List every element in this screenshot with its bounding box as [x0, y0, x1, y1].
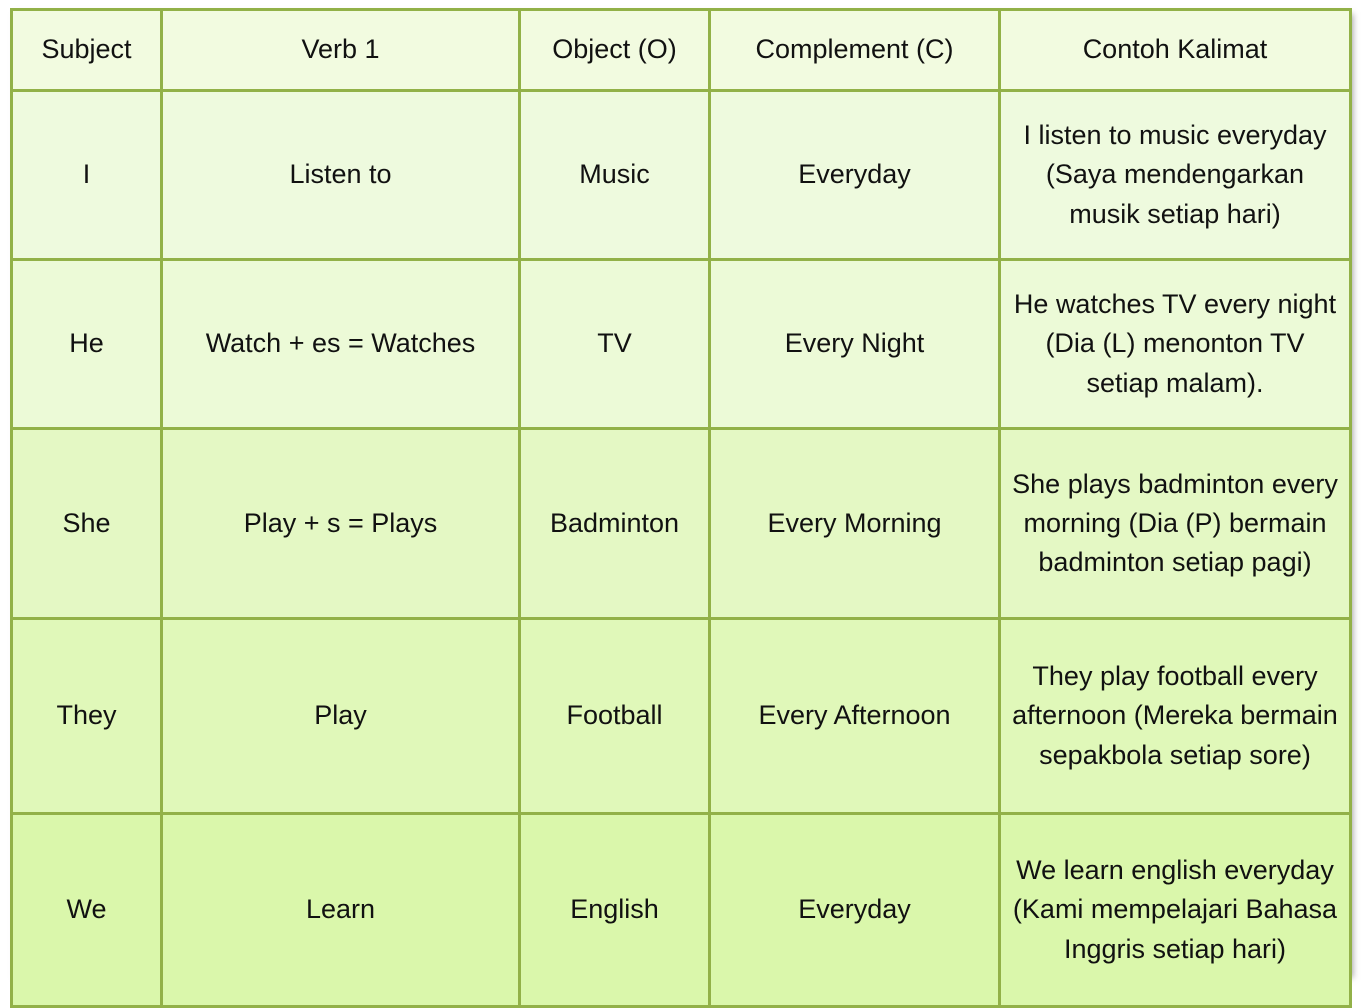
- cell-example: She plays badminton every morning (Dia (…: [998, 427, 1352, 620]
- cell-complement: Everyday: [708, 812, 1001, 1008]
- column-header-verb: Verb 1: [160, 8, 521, 92]
- cell-example: We learn english everyday (Kami mempelaj…: [998, 812, 1352, 1008]
- cell-complement: Every Night: [708, 258, 1001, 430]
- cell-complement: Every Morning: [708, 427, 1001, 620]
- cell-subject: He: [10, 258, 163, 430]
- table-row: She Play + s = Plays Badminton Every Mor…: [10, 427, 1352, 620]
- cell-subject: She: [10, 427, 163, 620]
- cell-example: I listen to music everyday (Saya mendeng…: [998, 89, 1352, 261]
- table-body: I Listen to Music Everyday I listen to m…: [10, 89, 1352, 1008]
- column-header-subject: Subject: [10, 8, 163, 92]
- column-header-complement: Complement (C): [708, 8, 1001, 92]
- cell-verb: Play: [160, 617, 521, 815]
- cell-verb: Learn: [160, 812, 521, 1008]
- cell-subject: I: [10, 89, 163, 261]
- cell-complement: Everyday: [708, 89, 1001, 261]
- cell-verb: Watch + es = Watches: [160, 258, 521, 430]
- cell-subject: They: [10, 617, 163, 815]
- cell-example: He watches TV every night (Dia (L) menon…: [998, 258, 1352, 430]
- cell-complement: Every Afternoon: [708, 617, 1001, 815]
- grammar-table-container: Subject Verb 1 Object (O) Complement (C)…: [10, 8, 1352, 1008]
- table-row: I Listen to Music Everyday I listen to m…: [10, 89, 1352, 261]
- cell-example: They play football every afternoon (Mere…: [998, 617, 1352, 815]
- table-row: We Learn English Everyday We learn engli…: [10, 812, 1352, 1008]
- cell-object: Music: [518, 89, 711, 261]
- table-header: Subject Verb 1 Object (O) Complement (C)…: [10, 8, 1352, 92]
- column-header-example: Contoh Kalimat: [998, 8, 1352, 92]
- table-row: He Watch + es = Watches TV Every Night H…: [10, 258, 1352, 430]
- cell-object: Badminton: [518, 427, 711, 620]
- cell-object: Football: [518, 617, 711, 815]
- table-row: They Play Football Every Afternoon They …: [10, 617, 1352, 815]
- cell-object: TV: [518, 258, 711, 430]
- column-header-object: Object (O): [518, 8, 711, 92]
- table-header-row: Subject Verb 1 Object (O) Complement (C)…: [10, 8, 1352, 92]
- cell-verb: Listen to: [160, 89, 521, 261]
- cell-subject: We: [10, 812, 163, 1008]
- simple-present-tense-table: Subject Verb 1 Object (O) Complement (C)…: [10, 8, 1352, 1008]
- cell-object: English: [518, 812, 711, 1008]
- cell-verb: Play + s = Plays: [160, 427, 521, 620]
